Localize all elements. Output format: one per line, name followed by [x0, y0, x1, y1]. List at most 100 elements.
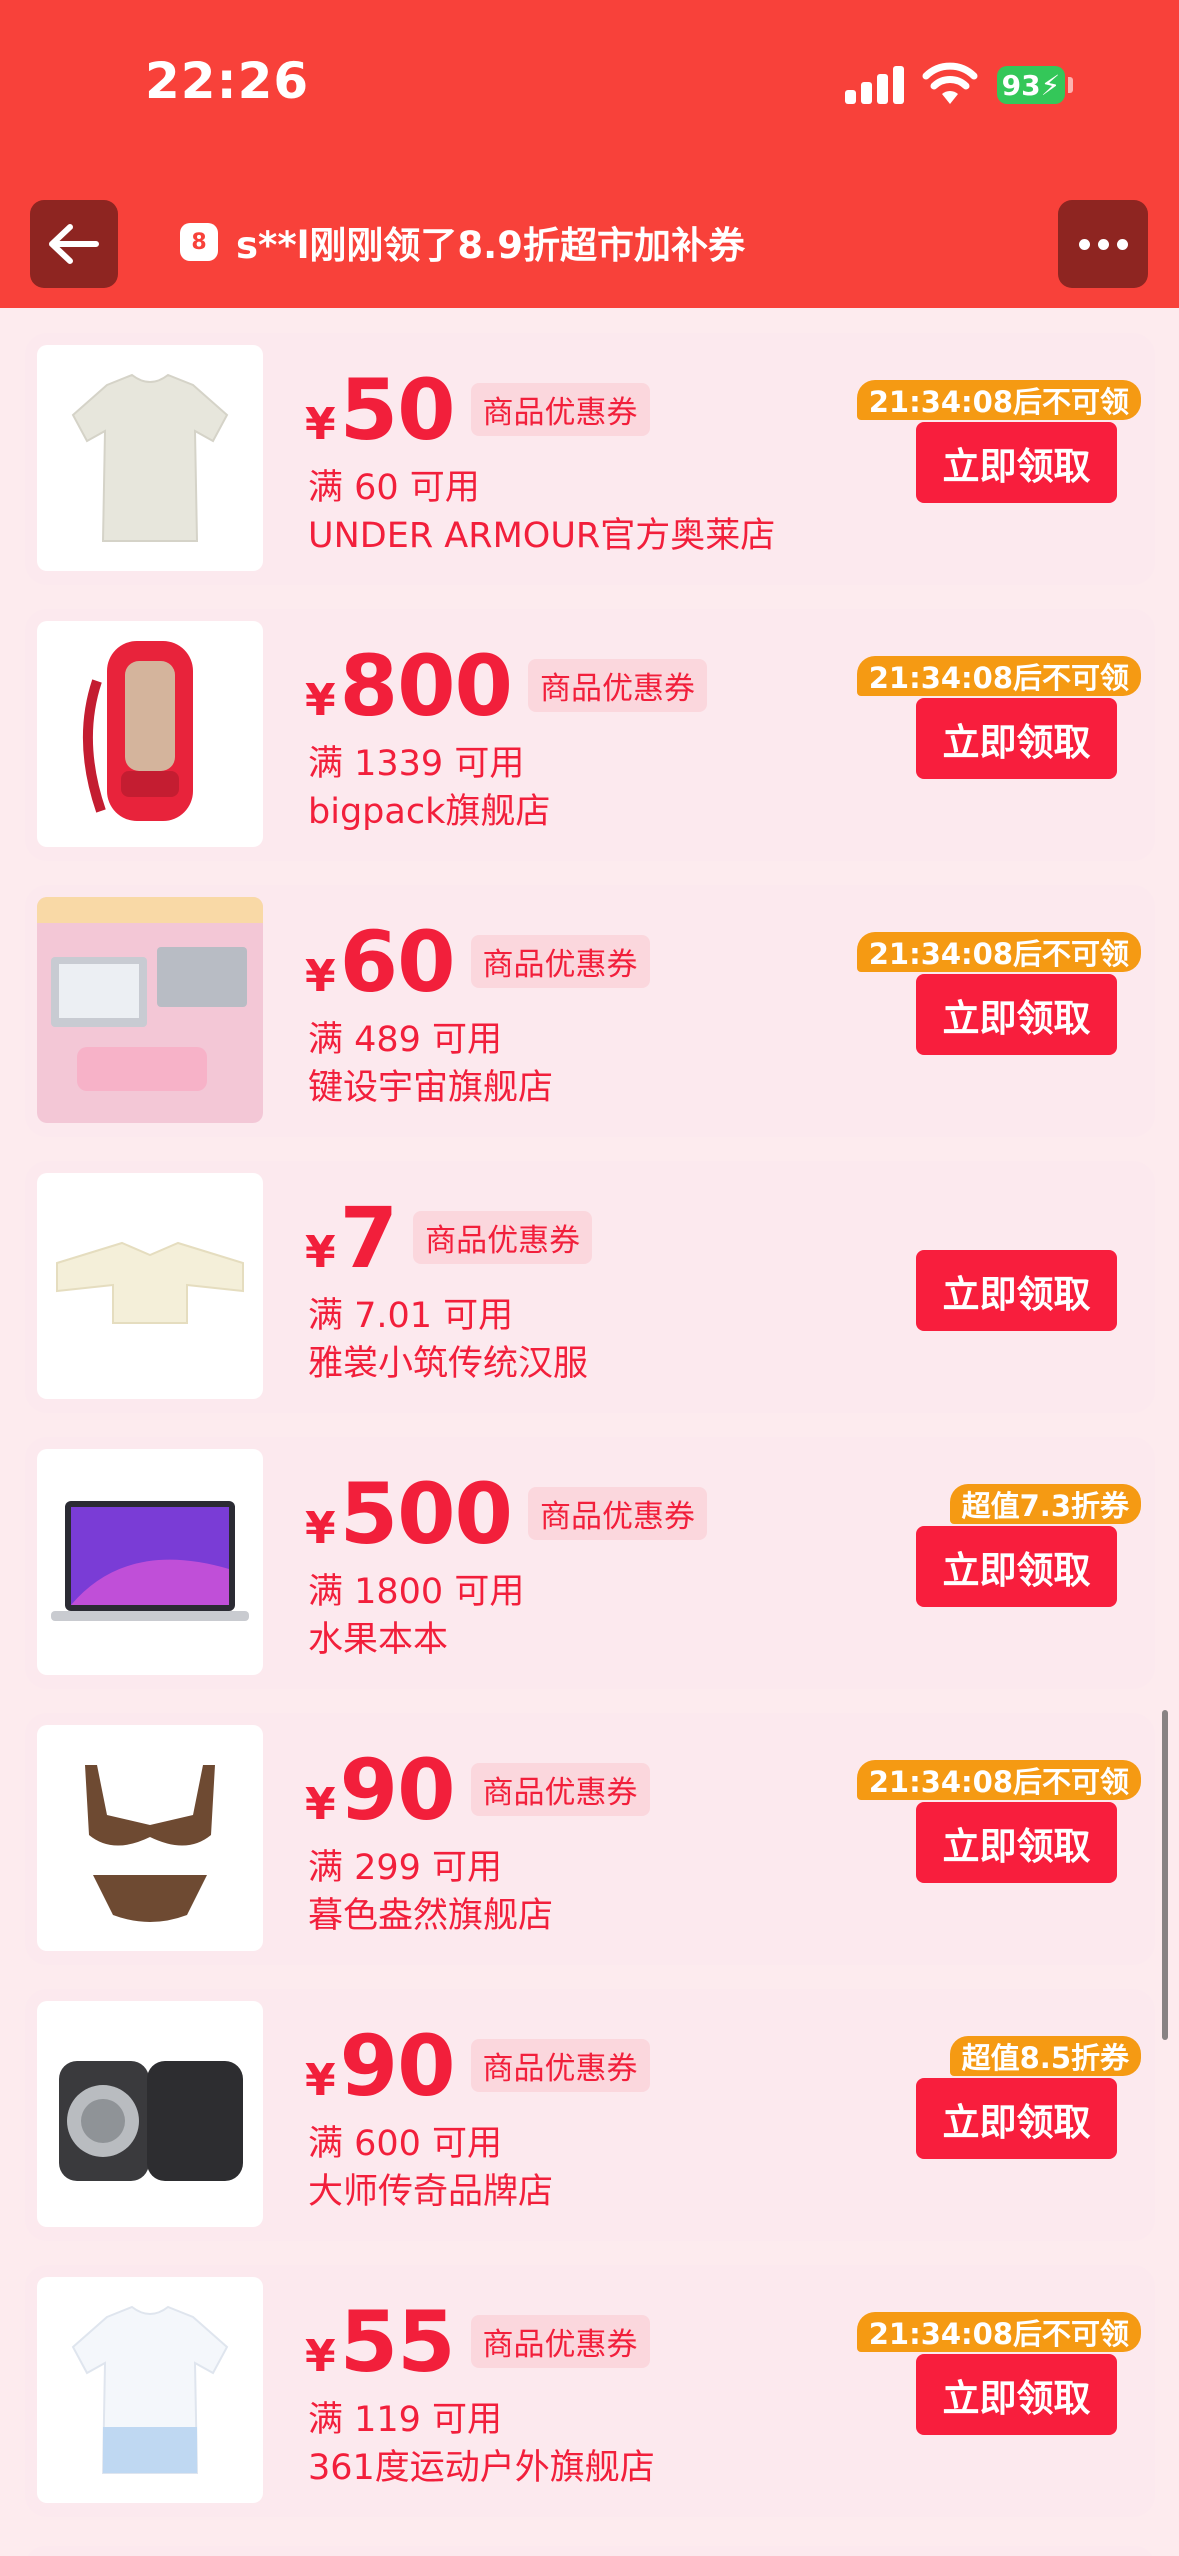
shop-name[interactable]: 361度运动户外旗舰店 [308, 2439, 655, 2490]
coupon-type-tag: 商品优惠券 [527, 659, 707, 712]
shop-name[interactable]: 暮色盎然旗舰店 [308, 1887, 553, 1938]
coupon-price: ¥ 55 商品优惠券 [305, 2293, 650, 2393]
deadline-badge: 超值7.3折券 [949, 1484, 1141, 1524]
coupon-price: ¥ 50 商品优惠券 [305, 361, 650, 461]
deadline-badge: 21:34:08后不可领 [856, 380, 1141, 420]
coupon-card[interactable]: ¥ 90 商品优惠券 满 299 可用 暮色盎然旗舰店 21:34:08后不可领… [25, 1713, 1155, 1965]
keyboard-desk-image[interactable] [37, 897, 263, 1123]
coupon-amount: 800 [339, 637, 513, 735]
currency-symbol: ¥ [305, 2331, 336, 2382]
coupon-card[interactable]: ¥ 55 商品优惠券 满 119 可用 361度运动户外旗舰店 21:34:08… [25, 2265, 1155, 2517]
coupon-amount: 90 [339, 2017, 456, 2115]
coupon-amount: 7 [339, 1189, 398, 1287]
claim-button[interactable]: 立即领取 [916, 422, 1117, 503]
coupon-card[interactable]: ¥ 800 商品优惠券 满 1339 可用 bigpack旗舰店 21:34:0… [25, 609, 1155, 861]
laptop-image-graphic [51, 1501, 249, 1621]
deadline-badge: 21:34:08后不可领 [856, 932, 1141, 972]
more-dot-icon [1078, 238, 1090, 250]
coupon-price: ¥ 500 商品优惠券 [305, 1465, 707, 1565]
coupon-price: ¥ 60 商品优惠券 [305, 913, 650, 1013]
back-button[interactable] [30, 200, 118, 288]
currency-symbol: ¥ [305, 399, 336, 450]
coupon-condition: 满 489 可用 [308, 1020, 503, 1060]
coupon-price: ¥ 7 商品优惠券 [305, 1189, 593, 1289]
coupon-type-tag: 商品优惠券 [470, 2039, 650, 2092]
sport-tshirt-image[interactable] [37, 2277, 263, 2503]
claim-button[interactable]: 立即领取 [916, 1802, 1117, 1883]
coupon-condition: 满 299 可用 [308, 1848, 503, 1888]
currency-symbol: ¥ [305, 1227, 336, 1278]
coupon-amount: 90 [339, 1741, 456, 1839]
claim-button[interactable]: 立即领取 [916, 698, 1117, 779]
claim-button[interactable]: 立即领取 [916, 1250, 1117, 1331]
notice-text: s**l刚刚领了8.9折超市加补券 [236, 224, 745, 267]
coupon-card[interactable]: ¥ 7 商品优惠券 满 7.01 可用 雅裳小筑传统汉服 立即领取 [25, 1161, 1155, 1413]
battery-icon: 93 ⚡ [997, 66, 1065, 104]
deadline-badge: 21:34:08后不可领 [856, 1760, 1141, 1800]
coupon-type-tag: 商品优惠券 [470, 383, 650, 436]
coupon-condition: 满 1339 可用 [308, 744, 525, 784]
claim-button[interactable]: 立即领取 [916, 2354, 1117, 2435]
lingerie-image[interactable] [37, 1725, 263, 1951]
pan-tilt-device-image[interactable] [37, 2001, 263, 2227]
more-options-button[interactable] [1058, 200, 1148, 288]
header-bar: 22:26 93 ⚡ 8 s**l刚刚领了8.9折超市加补券 [0, 0, 1179, 308]
coupon-type-tag: 商品优惠券 [527, 1487, 707, 1540]
more-dot-icon [1116, 238, 1128, 250]
coupon-condition: 满 1800 可用 [308, 1572, 525, 1612]
shop-name[interactable]: 键设宇宙旗舰店 [308, 1059, 553, 1110]
coupon-price: ¥ 90 商品优惠券 [305, 2017, 650, 2117]
shop-name[interactable]: 雅裳小筑传统汉服 [308, 1335, 588, 1386]
status-time: 22:26 [145, 52, 310, 110]
coupon-amount: 50 [339, 361, 456, 459]
coupon-card-partial [25, 2546, 1155, 2556]
wifi-icon [922, 62, 978, 104]
coupon-type-tag: 商品优惠券 [413, 1211, 593, 1264]
coupon-condition: 满 7.01 可用 [308, 1296, 514, 1336]
currency-symbol: ¥ [305, 951, 336, 1002]
claim-button[interactable]: 立即领取 [916, 974, 1117, 1055]
currency-symbol: ¥ [305, 1779, 336, 1830]
notice-banner: 8 s**l刚刚领了8.9折超市加补券 [180, 214, 745, 270]
currency-symbol: ¥ [305, 675, 336, 726]
tshirt-image[interactable] [37, 345, 263, 571]
lingerie-image-graphic [85, 1765, 215, 1922]
coupon-amount: 55 [339, 2293, 456, 2391]
shop-name[interactable]: 大师传奇品牌店 [308, 2163, 553, 2214]
claim-button[interactable]: 立即领取 [916, 2078, 1117, 2159]
tshirt-image-graphic [71, 373, 229, 542]
shop-name[interactable]: 水果本本 [308, 1611, 448, 1662]
coupon-notice-icon: 8 [180, 223, 218, 261]
scrollbar[interactable] [1162, 1710, 1168, 2040]
cellular-signal-icon [845, 64, 905, 104]
coupon-card[interactable]: ¥ 500 商品优惠券 满 1800 可用 水果本本 超值7.3折券 立即领取 [25, 1437, 1155, 1689]
coupon-condition: 满 600 可用 [308, 2124, 503, 2164]
coupon-condition: 满 60 可用 [308, 468, 480, 508]
coupon-price: ¥ 90 商品优惠券 [305, 1741, 650, 1841]
sport-tshirt-image-graphic [71, 2305, 229, 2474]
more-dot-icon [1097, 238, 1109, 250]
coupon-price: ¥ 800 商品优惠券 [305, 637, 707, 737]
currency-symbol: ¥ [305, 1503, 336, 1554]
coupon-card[interactable]: ¥ 50 商品优惠券 满 60 可用 UNDER ARMOUR官方奥莱店 21:… [25, 333, 1155, 585]
coupon-type-tag: 商品优惠券 [470, 935, 650, 988]
battery-cap [1068, 77, 1073, 93]
coupon-list: ¥ 50 商品优惠券 满 60 可用 UNDER ARMOUR官方奥莱店 21:… [25, 333, 1155, 2541]
claim-button[interactable]: 立即领取 [916, 1526, 1117, 1607]
deadline-badge: 21:34:08后不可领 [856, 2312, 1141, 2352]
coupon-condition: 满 119 可用 [308, 2400, 503, 2440]
coupon-card[interactable]: ¥ 60 商品优惠券 满 489 可用 键设宇宙旗舰店 21:34:08后不可领… [25, 885, 1155, 1137]
coupon-amount: 500 [339, 1465, 513, 1563]
deadline-badge: 超值8.5折券 [949, 2036, 1141, 2076]
hanfu-shirt-image[interactable] [37, 1173, 263, 1399]
backpack-image[interactable] [37, 621, 263, 847]
pan-tilt-device-image-graphic [59, 2061, 243, 2181]
shop-name[interactable]: UNDER ARMOUR官方奥莱店 [308, 507, 775, 558]
coupon-card[interactable]: ¥ 90 商品优惠券 满 600 可用 大师传奇品牌店 超值8.5折券 立即领取 [25, 1989, 1155, 2241]
shop-name[interactable]: bigpack旗舰店 [308, 783, 550, 834]
currency-symbol: ¥ [305, 2055, 336, 2106]
keyboard-desk-image-graphic [37, 897, 263, 1123]
coupon-amount: 60 [339, 913, 456, 1011]
laptop-image[interactable] [37, 1449, 263, 1675]
deadline-badge: 21:34:08后不可领 [856, 656, 1141, 696]
